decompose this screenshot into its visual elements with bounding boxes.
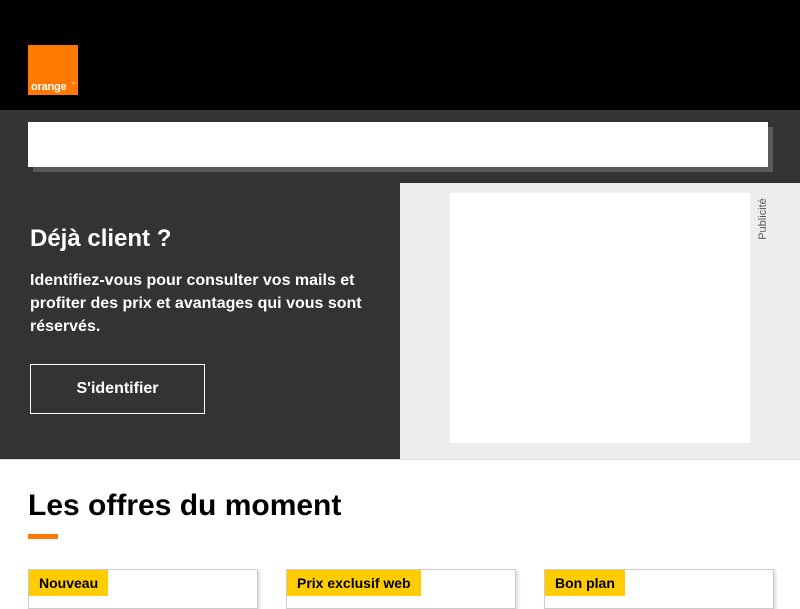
offer-badge: Nouveau bbox=[29, 570, 109, 596]
offer-card-bon-plan[interactable]: Bon plan bbox=[544, 569, 774, 609]
offer-card-prix-exclusif-web[interactable]: Prix exclusif web bbox=[286, 569, 516, 609]
logo-trademark: ™ bbox=[71, 81, 75, 86]
section-divider bbox=[0, 459, 800, 460]
ad-slot[interactable] bbox=[450, 193, 750, 443]
sign-in-button[interactable]: S'identifier bbox=[30, 364, 205, 414]
offers-title-accent bbox=[28, 534, 58, 539]
orange-logo[interactable]: orange ™ bbox=[28, 45, 78, 95]
search-band bbox=[0, 110, 800, 183]
ad-label: Publicité bbox=[757, 198, 769, 240]
offers-title: Les offres du moment bbox=[28, 489, 342, 522]
search-input[interactable] bbox=[28, 122, 768, 167]
ad-panel: Publicité bbox=[400, 183, 800, 459]
login-promo-title: Déjà client ? bbox=[30, 225, 172, 252]
top-header: orange ™ bbox=[0, 0, 800, 110]
offer-card-nouveau[interactable]: Nouveau bbox=[28, 569, 258, 609]
login-promo: Déjà client ? Identifiez-vous pour consu… bbox=[0, 183, 400, 459]
offer-badge: Prix exclusif web bbox=[287, 570, 421, 596]
offer-badge: Bon plan bbox=[545, 570, 625, 596]
login-promo-text: Identifiez-vous pour consulter vos mails… bbox=[30, 272, 362, 335]
logo-text: orange bbox=[31, 81, 67, 93]
